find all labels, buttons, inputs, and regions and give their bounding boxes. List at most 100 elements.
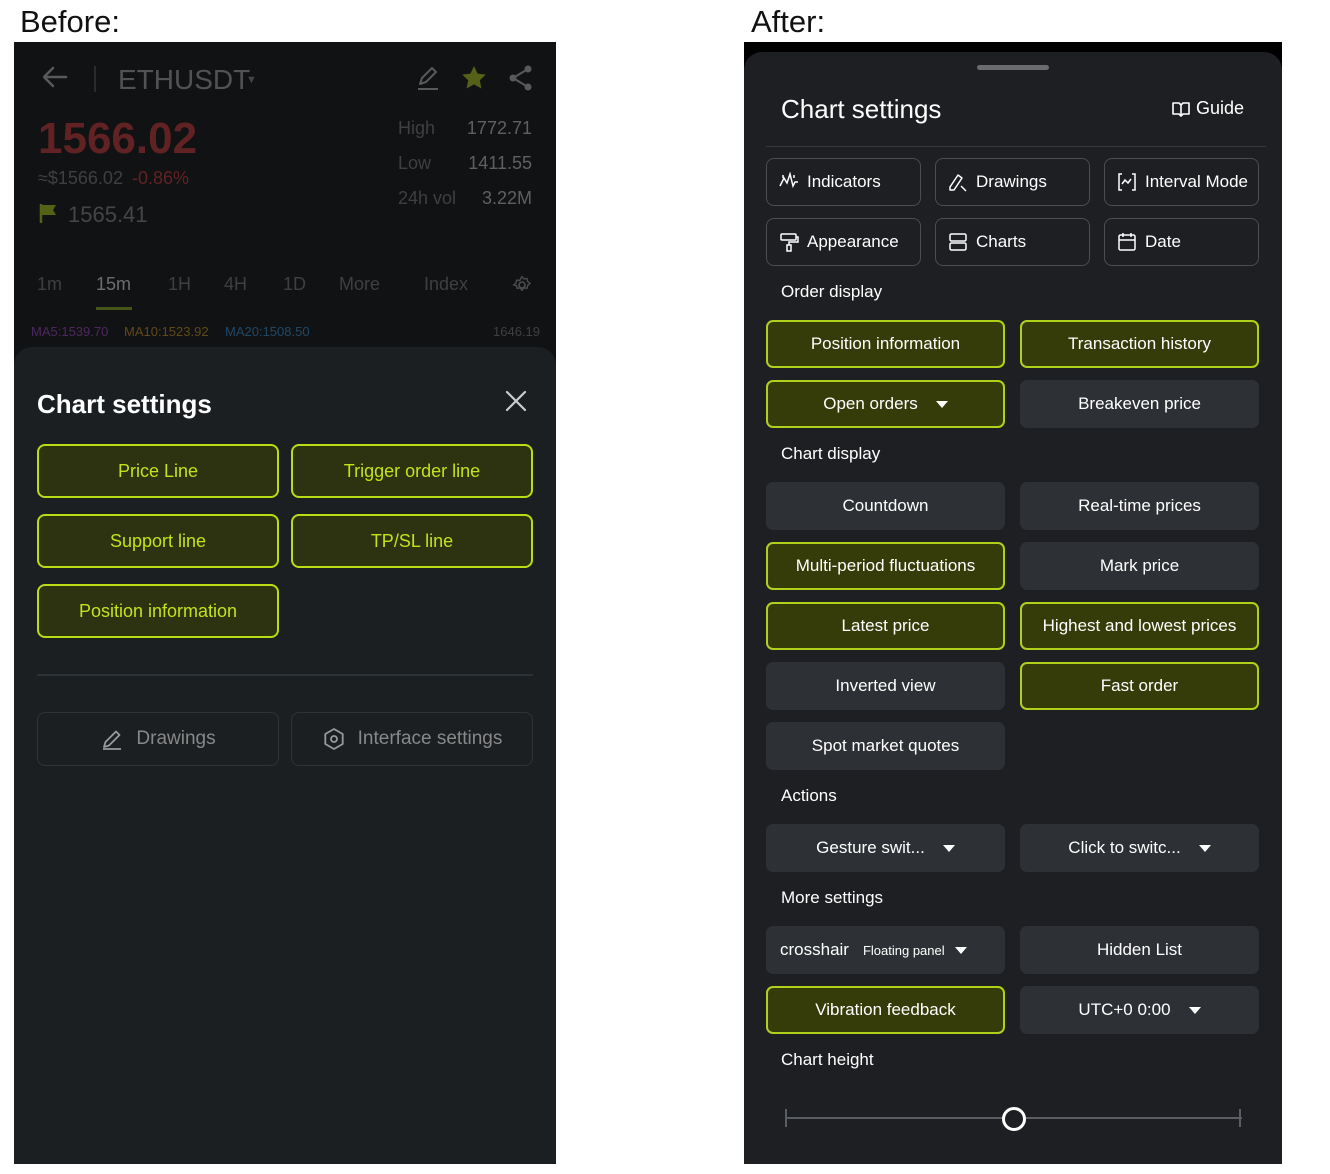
charts-label: Charts [976,232,1027,251]
toggle-mark-price[interactable]: Mark price [1020,542,1259,590]
indicators-icon [779,172,798,189]
caret-down-icon [954,946,967,954]
ticker-header: ETHUSDT ▼ 1566.02 ≈$1566.02 -0.86% 1565.… [14,42,556,347]
axis-value: 1646.19 [493,324,540,339]
charts-button[interactable]: Charts [935,218,1090,266]
chart-settings-sheet: Chart settings Price Line Trigger order … [14,347,556,1164]
caret-down-icon [942,844,955,852]
after-caption: After: [751,4,826,39]
interface-settings-button[interactable]: Interface settings [291,712,533,766]
toggle-position-information[interactable]: Position information [37,584,279,638]
back-arrow-icon[interactable] [40,62,70,92]
hidden-list-button[interactable]: Hidden List [1020,926,1259,974]
gesture-switch-dropdown[interactable]: Gesture swit... [766,824,1005,872]
toggle-inverted-view[interactable]: Inverted view [766,662,1005,710]
toggle-highest-lowest-prices[interactable]: Highest and lowest prices [1020,602,1259,650]
flag-value: 1565.41 [68,202,148,227]
settings-hexagon-icon [324,728,344,750]
toggle-support-line[interactable]: Support line [37,514,279,568]
ma20-label: MA20:1508.50 [225,324,310,339]
stat-label: 24h vol [398,188,457,208]
tab-more[interactable]: More [339,274,380,295]
appearance-label: Appearance [807,232,899,251]
tab-timeframe[interactable]: 4H [224,274,247,295]
before-screenshot: ETHUSDT ▼ 1566.02 ≈$1566.02 -0.86% 1565.… [14,42,556,1164]
toggle-spot-market-quotes[interactable]: Spot market quotes [766,722,1005,770]
appearance-button[interactable]: Appearance [766,218,921,266]
toggle-price-line[interactable]: Price Line [37,444,279,498]
timezone-dropdown[interactable]: UTC+0 0:00 [1020,986,1259,1034]
toggle-latest-price[interactable]: Latest price [766,602,1005,650]
tab-timeframe[interactable]: 1m [37,274,62,295]
chart-height-slider-knob[interactable] [1002,1107,1026,1131]
toggle-multi-period-fluctuations[interactable]: Multi-period fluctuations [766,542,1005,590]
toggle-vibration-feedback[interactable]: Vibration feedback [766,986,1005,1034]
interface-settings-label: Interface settings [357,728,503,749]
toggle-real-time-prices[interactable]: Real-time prices [1020,482,1259,530]
ma10-label: MA10:1523.92 [124,324,209,339]
chart-settings-sheet: Chart settings Guide Indicators Drawings… [744,52,1282,1164]
more-settings-title: More settings [781,888,884,907]
gear-icon[interactable] [512,275,532,295]
symbol-label[interactable]: ETHUSDT [118,64,250,96]
open-orders-label: Open orders [823,394,918,413]
gesture-switch-label: Gesture swit... [816,838,925,857]
tab-timeframe-active[interactable]: 15m [96,274,131,295]
open-orders-dropdown[interactable]: Open orders [766,380,1005,428]
drawings-button[interactable]: Drawings [935,158,1090,206]
header-divider [94,66,96,92]
stat-value: 1772.71 [466,118,532,138]
active-tab-indicator [96,307,132,310]
chart-display-title: Chart display [781,444,881,463]
chart-height-title: Chart height [781,1050,874,1069]
slider-min-tick [785,1109,787,1127]
drawings-button[interactable]: Drawings [37,712,279,766]
click-to-switch-dropdown[interactable]: Click to switc... [1020,824,1259,872]
toggle-transaction-history[interactable]: Transaction history [1020,320,1259,368]
caret-down-icon [1198,844,1211,852]
usd-price: ≈$1566.02 [38,168,123,188]
caret-down-icon [1188,1006,1201,1014]
toggle-position-information[interactable]: Position information [766,320,1005,368]
sheet-title: Chart settings [781,94,942,124]
drawings-label: Drawings [976,172,1047,191]
tab-timeframe[interactable]: 1H [168,274,191,295]
toggle-breakeven-price[interactable]: Breakeven price [1020,380,1259,428]
guide-button[interactable]: Guide [1172,98,1244,119]
ma5-label: MA5:1539.70 [31,324,109,339]
slider-max-tick [1239,1109,1241,1127]
toggle-trigger-order-line[interactable]: Trigger order line [291,444,533,498]
drag-handle[interactable] [977,65,1049,70]
toggle-countdown[interactable]: Countdown [766,482,1005,530]
interval-mode-button[interactable]: Interval Mode [1104,158,1259,206]
chevron-down-icon: ▼ [246,74,257,86]
indicators-button[interactable]: Indicators [766,158,921,206]
order-display-title: Order display [781,282,883,301]
tab-index[interactable]: Index [424,274,468,295]
pencil-icon [103,730,122,750]
tab-timeframe[interactable]: 1D [283,274,306,295]
share-icon[interactable] [507,64,535,92]
drawing-pen-icon [949,174,967,192]
last-price: 1566.02 [38,114,198,163]
star-icon[interactable] [460,64,488,92]
interval-icon [1118,173,1136,191]
actions-title: Actions [781,786,837,805]
date-button[interactable]: Date [1104,218,1259,266]
caret-down-icon [935,400,948,408]
after-screenshot: Chart settings Guide Indicators Drawings… [744,42,1282,1164]
sheet-title: Chart settings [37,389,212,419]
paint-roller-icon [780,233,799,252]
calendar-icon [1118,233,1136,251]
title-divider [766,146,1266,147]
crosshair-dropdown[interactable]: crosshair Floating panel [766,926,1005,974]
toggle-fast-order[interactable]: Fast order [1020,662,1259,710]
edit-icon[interactable] [414,64,442,92]
section-divider [37,674,533,676]
price-change: -0.86% [132,168,190,188]
timezone-label: UTC+0 0:00 [1078,1000,1171,1019]
toggle-tpsl-line[interactable]: TP/SL line [291,514,533,568]
stat-label: Low [398,153,432,173]
stat-value: 3.22M [481,188,532,208]
close-icon[interactable] [504,389,528,413]
